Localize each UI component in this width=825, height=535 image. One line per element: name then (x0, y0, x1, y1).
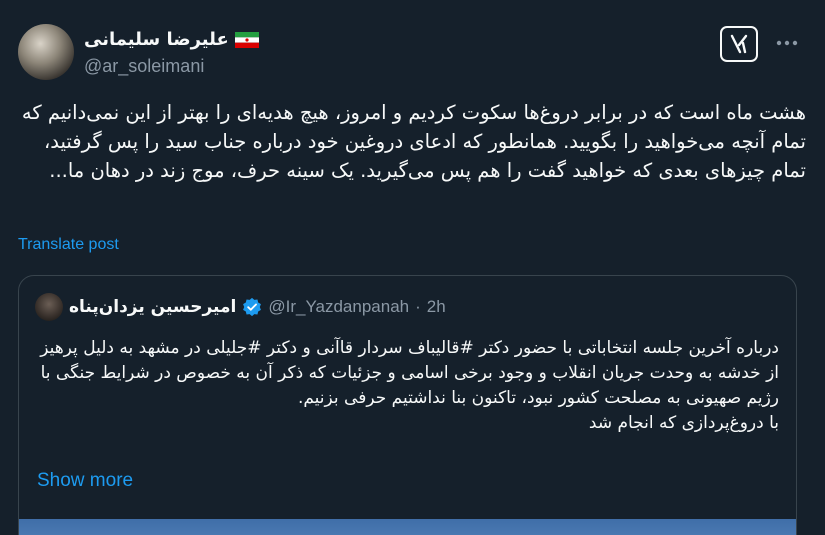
quote-text: درباره آخرین جلسه انتخاباتی با حضور دکتر… (40, 338, 779, 433)
author-name-row: علیرضا سلیمانی (84, 24, 259, 54)
quote-author-avatar[interactable] (35, 293, 63, 321)
author-name[interactable]: علیرضا سلیمانی (84, 29, 229, 50)
separator-dot: · (415, 297, 421, 316)
tweet-text: هشت ماه است که در برابر دروغ‌ها سکوت کرد… (21, 101, 806, 182)
iran-flag-icon (234, 32, 259, 48)
author-handle[interactable]: @ar_soleimani (84, 56, 204, 77)
show-more-link[interactable]: Show more (37, 470, 133, 492)
author-avatar[interactable] (18, 24, 74, 80)
quote-author-handle[interactable]: @Ir_Yazdanpanah (268, 297, 409, 317)
grok-icon[interactable] (720, 26, 758, 62)
quote-timestamp[interactable]: 2h (427, 297, 446, 317)
verified-badge-icon (243, 297, 262, 317)
translate-post-link[interactable]: Translate post (18, 236, 119, 254)
quote-author-name[interactable]: امیرحسین یزدان‌پناه (69, 297, 236, 317)
quoted-tweet[interactable]: امیرحسین یزدان‌پناه @Ir_Yazdanpanah · 2h… (18, 275, 797, 535)
quote-header: امیرحسین یزدان‌پناه @Ir_Yazdanpanah · 2h (35, 292, 446, 322)
grok-glyph-icon (730, 34, 748, 54)
quote-media-preview[interactable] (19, 519, 796, 535)
more-icon[interactable] (774, 30, 800, 56)
